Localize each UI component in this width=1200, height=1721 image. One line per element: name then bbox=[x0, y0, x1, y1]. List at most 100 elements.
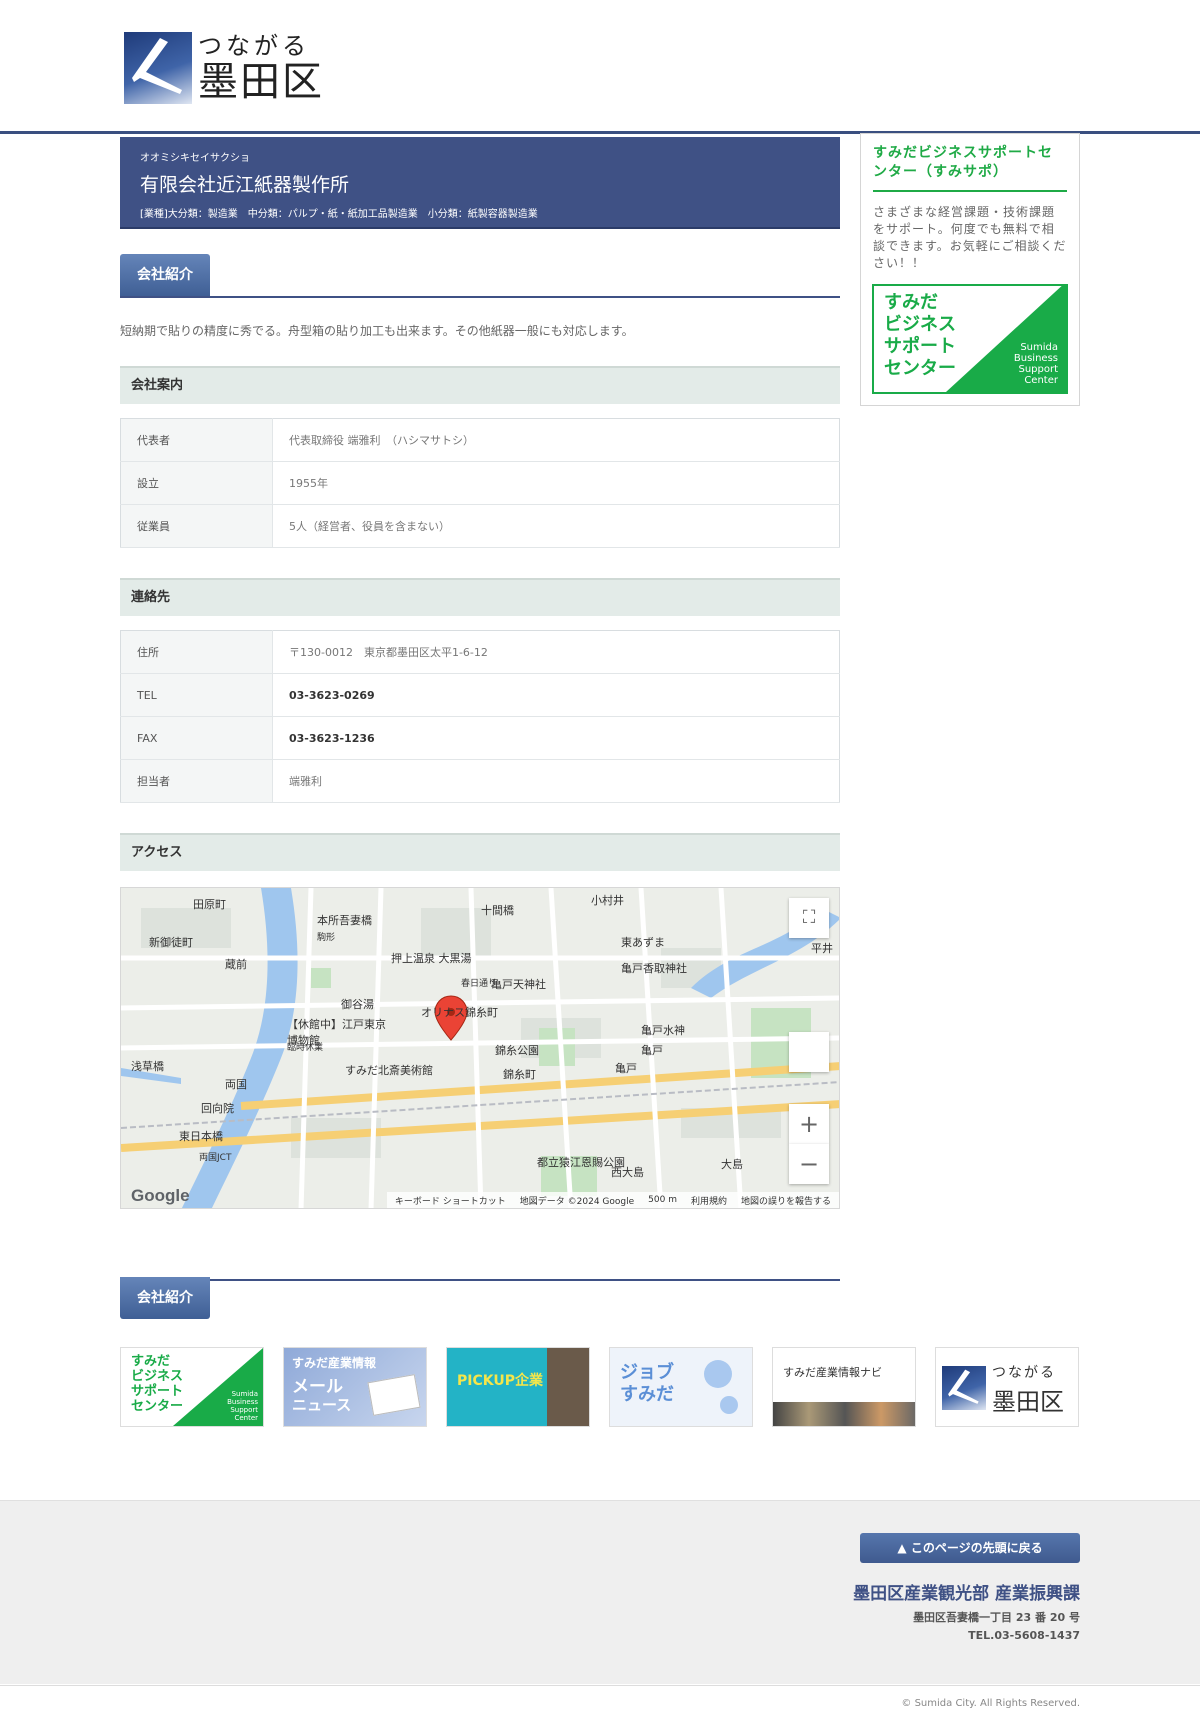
footer-address: 墨田区吾妻橋一丁目 23 番 20 号 bbox=[913, 1611, 1080, 1624]
map-label: 本所吾妻橋 bbox=[317, 914, 372, 927]
map-label: 押上温泉 大黒湯 bbox=[391, 952, 472, 965]
banner-mail-news[interactable]: すみだ産業情報 メール ニュース bbox=[283, 1347, 427, 1427]
overview-table: 代表者 代表取締役 端雅利 （ハシマサトシ） 設立 1955年 従業員 5人（経… bbox=[120, 418, 840, 548]
map-zoom-in-button[interactable]: + bbox=[789, 1104, 829, 1144]
map-label: 春日通り bbox=[461, 979, 498, 989]
row-value: 1955年 bbox=[272, 461, 840, 505]
copyright-bar: © Sumida City. All Rights Reserved. bbox=[0, 1685, 1200, 1721]
row-key: 代表者 bbox=[120, 418, 273, 462]
row-value: 〒130-0012 東京都墨田区太平1-6-12 bbox=[272, 630, 840, 674]
logo-mark-icon bbox=[124, 32, 192, 104]
banner-text: Sumida Business Support Center bbox=[227, 1390, 258, 1422]
fax-value: 03-3623-1236 bbox=[272, 716, 840, 760]
banner-text: すみだ ビジネス サポート センター bbox=[131, 1354, 184, 1414]
circle-icon bbox=[704, 1360, 732, 1388]
row-key: TEL bbox=[120, 673, 273, 717]
contact-band: 連絡先 bbox=[120, 578, 840, 616]
contact-table: 住所 〒130-0012 東京都墨田区太平1-6-12 TEL 03-3623-… bbox=[120, 630, 840, 803]
map-label: 十間橋 bbox=[481, 904, 514, 917]
banner-job-sumida[interactable]: ジョブ すみだ bbox=[609, 1347, 753, 1427]
map-label: 錦糸公園 bbox=[495, 1044, 539, 1057]
row-value: 5人（経営者、役員を含まない） bbox=[272, 504, 840, 548]
map-label: 田原町 bbox=[193, 898, 226, 911]
google-logo: Google bbox=[131, 1186, 190, 1205]
table-row: 設立 1955年 bbox=[120, 461, 840, 505]
banner-en-text: Sumida Business Support Center bbox=[1013, 342, 1058, 386]
table-row: TEL 03-3623-0269 bbox=[120, 673, 840, 717]
site-logo[interactable]: つながる 墨田区 bbox=[124, 32, 324, 104]
company-category: [業種]大分類：製造業 中分類：パルプ・紙・紙加工品製造業 小分類：紙製容器製造… bbox=[140, 209, 538, 220]
intro-tab: 会社紹介 bbox=[120, 254, 210, 296]
table-row: 住所 〒130-0012 東京都墨田区太平1-6-12 bbox=[120, 630, 840, 674]
table-row: 従業員 5人（経営者、役員を含まない） bbox=[120, 504, 840, 548]
intro-text: 短納期で貼りの精度に秀でる。舟型箱の貼り加工も出来ます。その他紙器一般にも対応し… bbox=[120, 324, 634, 338]
row-key: 住所 bbox=[120, 630, 273, 674]
row-key: 設立 bbox=[120, 461, 273, 505]
access-band: アクセス bbox=[120, 833, 840, 871]
map-terms-link[interactable]: 利用規約 bbox=[691, 1194, 727, 1207]
map-label: 両国 bbox=[225, 1078, 247, 1091]
banner-text: ニュース bbox=[292, 1396, 352, 1414]
intro-section-header-2: 会社紹介 bbox=[120, 1237, 840, 1319]
map-data-credit: 地図データ ©2024 Google bbox=[519, 1196, 635, 1207]
row-value: 端雅利 bbox=[272, 759, 840, 803]
banner-industry-navi[interactable]: すみだ産業情報ナビ bbox=[772, 1347, 916, 1427]
map-shortcuts-link[interactable]: キーボード ショートカット bbox=[395, 1194, 506, 1207]
sidebar: すみだビジネスサポートセンター（すみサポ） さまざまな経営課題・技術課題をサポー… bbox=[860, 133, 1080, 406]
map-label: 亀戸 bbox=[641, 1044, 663, 1057]
back-to-top-button[interactable]: ▲ このページの先頭に戻る bbox=[860, 1533, 1080, 1563]
overview-band: 会社案内 bbox=[120, 366, 840, 404]
intro-tab-2: 会社紹介 bbox=[120, 1277, 210, 1319]
map-zoom-out-button[interactable]: − bbox=[789, 1144, 829, 1184]
banner-sumisapo[interactable]: すみだ ビジネス サポート センター Sumida Business Suppo… bbox=[120, 1347, 264, 1427]
map-label: 亀戸香取神社 bbox=[621, 962, 687, 975]
site-footer: ▲ このページの先頭に戻る 墨田区産業観光部 産業振興課 墨田区吾妻橋一丁目 2… bbox=[0, 1500, 1200, 1684]
map-label: 亀戸 bbox=[615, 1062, 637, 1075]
photo-strip-icon bbox=[773, 1402, 915, 1426]
map-report-link[interactable]: 地図の誤りを報告する bbox=[741, 1194, 831, 1207]
table-row: 代表者 代表取締役 端雅利 （ハシマサトシ） bbox=[120, 418, 840, 462]
map-label: 小村井 bbox=[591, 894, 624, 907]
row-key: FAX bbox=[120, 716, 273, 760]
main-content: オオミシキセイサクショ 有限会社近江紙器製作所 [業種]大分類：製造業 中分類：… bbox=[120, 137, 840, 1319]
banner-text: すみだ産業情報ナビ bbox=[783, 1366, 882, 1379]
logo-mark-icon bbox=[942, 1366, 986, 1410]
logo-title: 墨田区 bbox=[198, 59, 324, 105]
map-label: 亀戸天神社 bbox=[491, 978, 546, 991]
row-key: 従業員 bbox=[120, 504, 273, 548]
map-label: 駒形 bbox=[317, 933, 336, 943]
banner-pickup[interactable]: PICKUP企業 bbox=[446, 1347, 590, 1427]
sidebar-title[interactable]: すみだビジネスサポートセンター（すみサポ） bbox=[873, 144, 1067, 192]
google-map[interactable]: 田原町 本所吾妻橋 十間橋 小村井 東あずま 平井 新御徒町 蔵前 押上温泉 大… bbox=[120, 887, 840, 1209]
intro-section-header: 会社紹介 bbox=[120, 254, 840, 298]
footer-address-block: 墨田区吾妻橋一丁目 23 番 20 号 TEL.03-5608-1437 bbox=[913, 1609, 1080, 1645]
map-fullscreen-button[interactable]: ⛶ bbox=[789, 898, 829, 938]
table-row: 担当者 端雅利 bbox=[120, 759, 840, 803]
banner-tsunagaru[interactable]: つながる 墨田区 bbox=[935, 1347, 1079, 1427]
footer-tel: TEL.03-5608-1437 bbox=[968, 1629, 1080, 1642]
footer-organization: 墨田区産業観光部 産業振興課 bbox=[853, 1584, 1080, 1604]
map-footer: キーボード ショートカット 地図データ ©2024 Google 500 m 利… bbox=[386, 1192, 839, 1208]
envelope-icon bbox=[367, 1374, 421, 1416]
banner-text: 墨田区 bbox=[992, 1388, 1064, 1416]
copyright: © Sumida City. All Rights Reserved. bbox=[901, 1698, 1080, 1709]
map-label: 新御徒町 bbox=[149, 936, 193, 949]
banner-text: ジョブ すみだ bbox=[620, 1362, 674, 1405]
map-pegman-button[interactable] bbox=[789, 1032, 829, 1072]
map-label: 平井 bbox=[811, 942, 833, 955]
sumisapo-banner[interactable]: すみだ ビジネス サポート センター Sumida Business Suppo… bbox=[872, 284, 1068, 394]
map-label: 浅草橋 bbox=[131, 1060, 164, 1073]
banner-text: PICKUP企業 bbox=[457, 1373, 543, 1389]
banner-text: つながる bbox=[992, 1365, 1056, 1381]
map-label: 錦糸町 bbox=[503, 1068, 536, 1081]
map-label: 両国JCT bbox=[199, 1153, 232, 1163]
company-title-box: オオミシキセイサクショ 有限会社近江紙器製作所 [業種]大分類：製造業 中分類：… bbox=[120, 137, 840, 229]
circle-icon bbox=[720, 1396, 738, 1414]
map-label: 西大島 bbox=[611, 1166, 644, 1179]
row-key: 担当者 bbox=[120, 759, 273, 803]
map-label: 東あずま bbox=[621, 936, 665, 949]
banner-text: すみだ産業情報 bbox=[292, 1356, 377, 1370]
logo-tagline: つながる bbox=[198, 32, 310, 60]
tel-value[interactable]: 03-3623-0269 bbox=[272, 673, 840, 717]
map-label: すみだ北斎美術館 bbox=[345, 1064, 433, 1077]
